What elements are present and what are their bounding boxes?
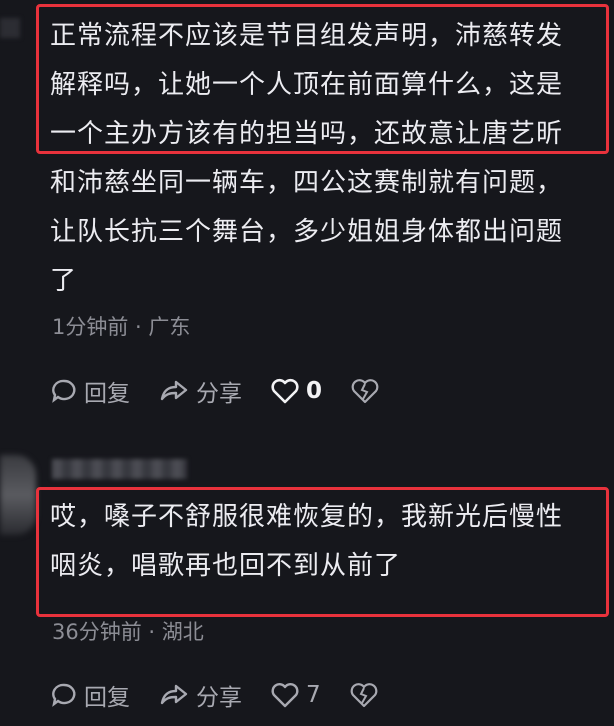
comment-actions: 回复 分享 7 xyxy=(50,678,413,712)
username-blurred xyxy=(52,459,187,479)
heart-icon xyxy=(271,683,299,708)
share-label: 分享 xyxy=(196,685,242,711)
broken-heart-icon xyxy=(351,379,379,404)
avatar-blurred xyxy=(0,18,20,38)
like-count: 7 xyxy=(306,682,321,708)
reply-label: 回复 xyxy=(84,381,130,407)
reply-label: 回复 xyxy=(84,685,130,711)
share-arrow-icon xyxy=(160,684,188,705)
share-arrow-icon xyxy=(160,380,188,401)
reply-button[interactable]: 回复 xyxy=(50,678,130,712)
broken-heart-icon xyxy=(350,683,378,708)
comment-actions: 回复 分享 0 xyxy=(50,374,414,408)
highlight-box xyxy=(36,4,609,154)
highlight-box xyxy=(36,487,609,617)
share-button[interactable]: 分享 xyxy=(158,678,242,712)
dislike-button[interactable] xyxy=(350,377,386,405)
dislike-button[interactable] xyxy=(349,681,385,709)
like-count: 0 xyxy=(306,378,323,404)
like-button[interactable]: 0 xyxy=(270,377,322,405)
like-button[interactable]: 7 xyxy=(270,681,321,709)
heart-icon xyxy=(271,378,299,404)
reply-bubble-icon xyxy=(52,379,76,403)
comment-meta: 36分钟前 · 湖北 xyxy=(52,620,204,644)
reply-bubble-icon xyxy=(52,683,76,707)
share-button[interactable]: 分享 xyxy=(158,374,242,408)
avatar[interactable] xyxy=(0,455,36,535)
share-label: 分享 xyxy=(196,381,242,407)
comment-meta: 1分钟前 · 广东 xyxy=(52,315,191,339)
reply-button[interactable]: 回复 xyxy=(50,374,130,408)
